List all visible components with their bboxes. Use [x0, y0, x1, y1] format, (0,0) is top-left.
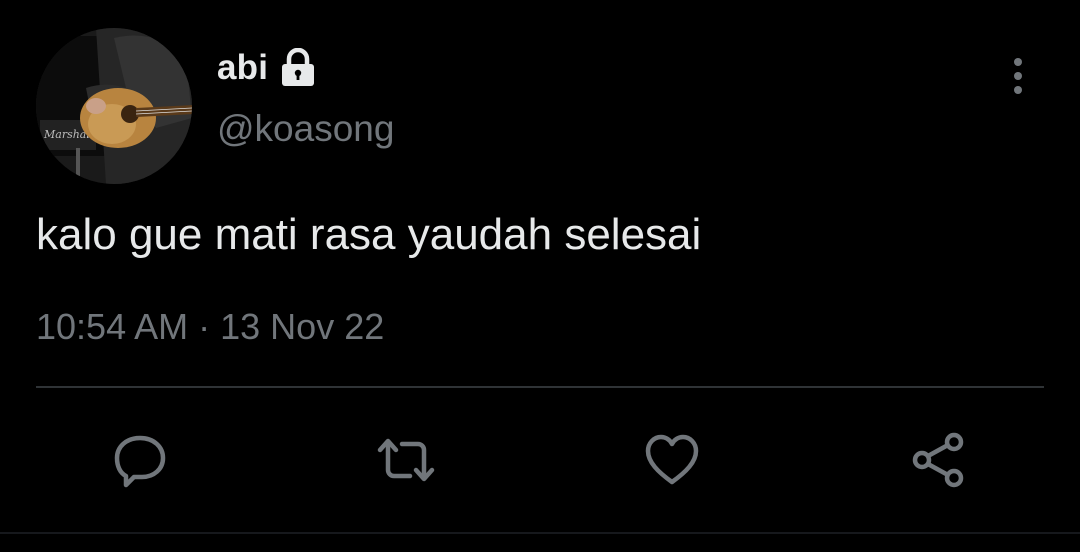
avatar[interactable]: Marshal — [36, 28, 192, 184]
tweet-timestamp[interactable]: 10:54 AM · 13 Nov 22 — [36, 306, 384, 348]
share-icon — [912, 432, 964, 488]
reply-icon — [114, 435, 166, 488]
like-button[interactable] — [640, 428, 704, 492]
tweet-time: 10:54 AM — [36, 306, 189, 347]
user-handle[interactable]: @koasong — [217, 108, 394, 150]
more-vertical-icon — [1014, 58, 1022, 94]
meta-separator: · — [198, 306, 211, 347]
display-name[interactable]: abi — [217, 48, 268, 88]
user-name-row: abi — [217, 46, 316, 90]
heart-icon — [645, 434, 699, 485]
retweet-icon — [377, 438, 435, 482]
tweet-date: 13 Nov 22 — [220, 306, 385, 347]
avatar-image: Marshal — [36, 28, 192, 184]
divider — [36, 386, 1044, 388]
tweet-text: kalo gue mati rasa yaudah selesai — [36, 210, 702, 259]
share-button[interactable] — [906, 428, 970, 492]
lock-icon — [280, 48, 316, 88]
more-button[interactable] — [1000, 52, 1036, 100]
retweet-button[interactable] — [374, 428, 438, 492]
bottom-divider — [0, 532, 1080, 534]
reply-button[interactable] — [108, 428, 172, 492]
